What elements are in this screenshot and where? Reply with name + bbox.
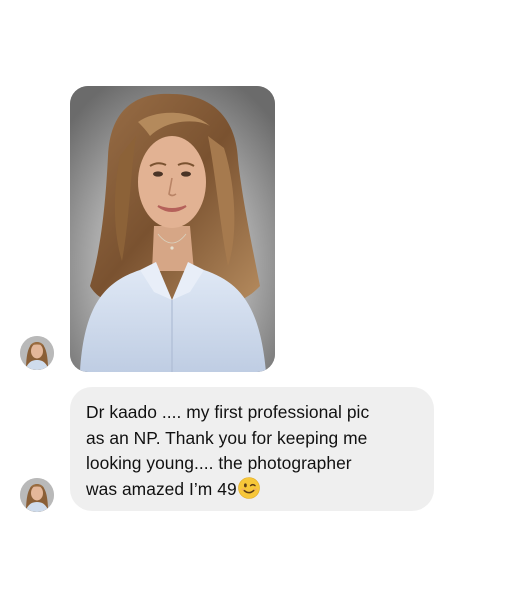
text-message-row: Dr kaado .... my first professional pic … bbox=[0, 387, 517, 513]
sender-avatar-image bbox=[20, 336, 54, 370]
sender-avatar-image bbox=[20, 478, 54, 512]
portrait-photo bbox=[70, 86, 275, 372]
message-text-line: Dr kaado .... my first professional pic bbox=[86, 402, 370, 422]
photo-message-row bbox=[0, 86, 517, 376]
message-bubble[interactable]: Dr kaado .... my first professional pic … bbox=[70, 387, 434, 511]
sender-avatar[interactable] bbox=[20, 336, 54, 370]
message-text-line-last: was amazed I’m 49 bbox=[86, 476, 418, 503]
message-text-line: as an NP. Thank you for keeping me bbox=[86, 427, 368, 448]
message-text-line: looking young.... the photographer bbox=[86, 453, 352, 473]
photo-bubble[interactable] bbox=[70, 86, 275, 372]
sender-avatar[interactable] bbox=[20, 478, 54, 512]
message-text-fragment: was amazed I’m 49 bbox=[86, 478, 237, 499]
chat-thread[interactable]: Dr kaado .... my first professional pic … bbox=[0, 0, 517, 600]
winking-face-emoji-icon bbox=[237, 476, 260, 499]
